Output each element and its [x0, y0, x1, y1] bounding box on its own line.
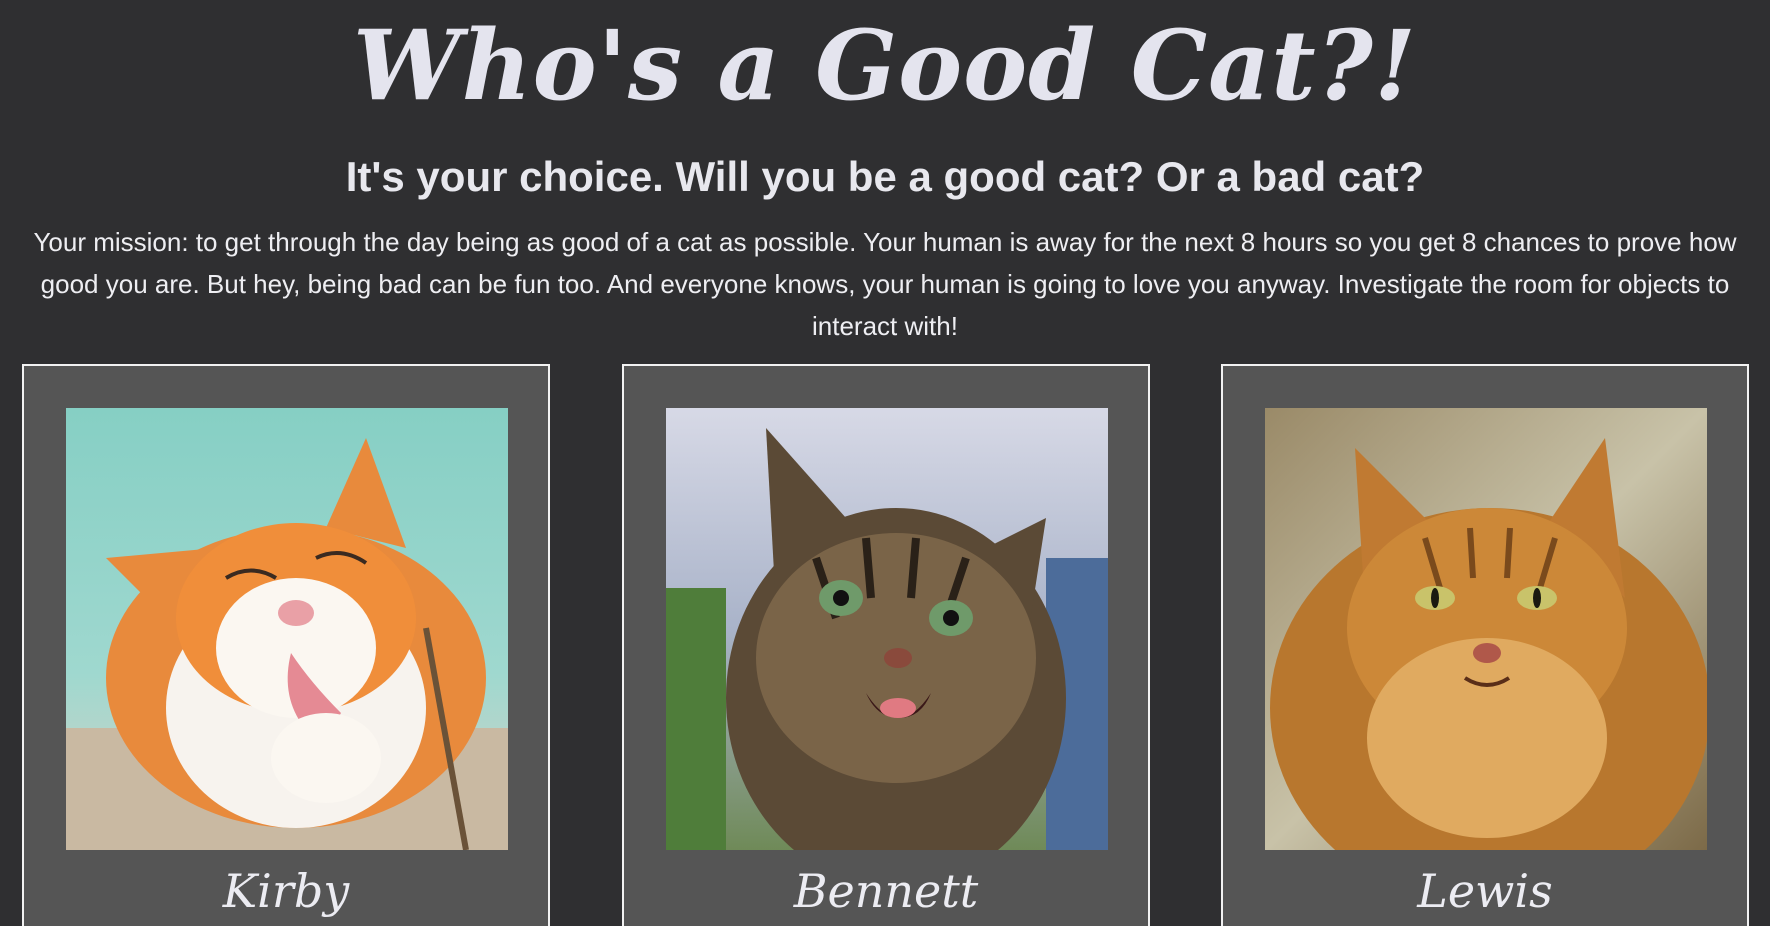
- cat-card-bennett[interactable]: Bennett: [622, 364, 1150, 926]
- cat-image-kirby: [66, 408, 508, 850]
- page-title: Who's a Good Cat?!: [352, 9, 1418, 122]
- page-subtitle: It's your choice. Will you be a good cat…: [345, 153, 1425, 200]
- cat-photo-kirby[interactable]: [66, 408, 508, 850]
- cat-name-bennett: Bennett: [793, 864, 979, 918]
- mission-text: Your mission: to get through the day bei…: [33, 227, 1737, 341]
- cat-name-lewis: Lewis: [1417, 864, 1553, 918]
- cat-name-kirby: Kirby: [222, 864, 350, 918]
- cat-image-lewis: [1265, 408, 1707, 850]
- cat-card-kirby[interactable]: Kirby: [22, 364, 550, 926]
- cat-image-bennett: [666, 408, 1108, 850]
- cat-photo-lewis[interactable]: [1265, 408, 1707, 850]
- cat-photo-bennett[interactable]: [666, 408, 1108, 850]
- cat-card-lewis[interactable]: Lewis: [1221, 364, 1749, 926]
- page: Who's a Good Cat?! It's your choice. Wil…: [0, 0, 1770, 926]
